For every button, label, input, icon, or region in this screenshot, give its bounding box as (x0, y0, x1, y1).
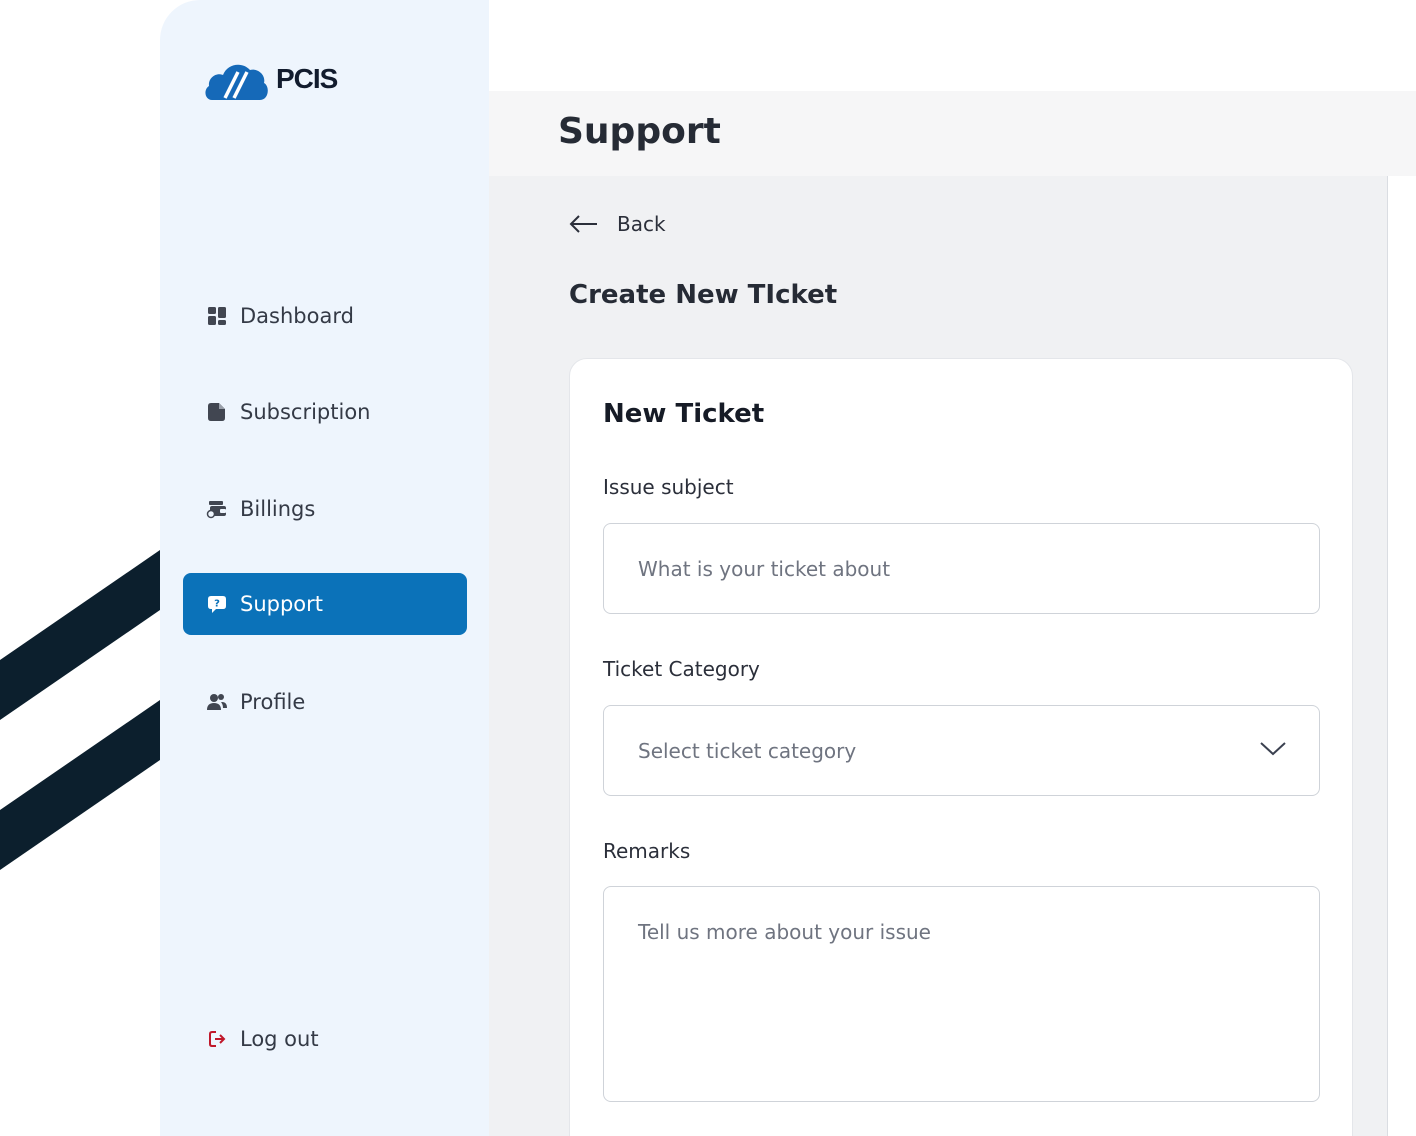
page-header: Support (489, 91, 1416, 176)
cloud-logo-icon (205, 64, 268, 100)
ticket-category-select[interactable]: Select ticket category (603, 705, 1320, 796)
issue-subject-label: Issue subject (603, 475, 734, 499)
ticket-category-label: Ticket Category (603, 657, 760, 681)
section-title: Create New TIcket (569, 280, 838, 310)
main-content: Back Create New TIcket New Ticket Issue … (489, 176, 1387, 1136)
logout-label: Log out (240, 1027, 319, 1051)
page-title: Support (558, 111, 721, 152)
remarks-placeholder: Tell us more about your issue (638, 920, 931, 944)
sidebar-item-profile[interactable]: Profile (183, 671, 467, 733)
wallet-icon (206, 498, 228, 520)
issue-subject-placeholder: What is your ticket about (638, 557, 891, 581)
sidebar-item-subscription[interactable]: Subscription (183, 381, 467, 443)
brand-logo[interactable]: PCIS (204, 56, 338, 102)
scrollbar-track[interactable] (1387, 176, 1416, 1136)
top-spacer (489, 0, 1416, 91)
logout-icon (206, 1028, 228, 1050)
back-label: Back (617, 212, 666, 236)
svg-text:?: ? (214, 599, 220, 610)
back-button[interactable]: Back (569, 212, 666, 236)
arrow-left-icon (569, 215, 597, 233)
remarks-textarea[interactable]: Tell us more about your issue (603, 886, 1320, 1102)
ticket-category-placeholder: Select ticket category (638, 739, 857, 763)
users-icon (206, 691, 228, 713)
sidebar-item-label: Profile (240, 690, 306, 714)
new-ticket-form: New Ticket Issue subject What is your ti… (569, 358, 1353, 1136)
document-icon (206, 401, 228, 423)
sidebar-item-billings[interactable]: Billings (183, 478, 467, 540)
grid-icon (206, 305, 228, 327)
sidebar-item-label: Subscription (240, 400, 371, 424)
sidebar-item-label: Support (240, 592, 324, 616)
brand-name: PCIS (276, 63, 338, 94)
chevron-down-icon (1260, 742, 1286, 756)
sidebar-item-support[interactable]: ? Support (183, 573, 467, 635)
issue-subject-input[interactable]: What is your ticket about (603, 523, 1320, 614)
decorative-stripes (0, 540, 160, 880)
sidebar-item-label: Billings (240, 497, 316, 521)
logout-button[interactable]: Log out (183, 1008, 467, 1070)
sidebar-item-dashboard[interactable]: Dashboard (183, 285, 467, 347)
sidebar-item-label: Dashboard (240, 304, 354, 328)
remarks-label: Remarks (603, 839, 691, 863)
help-chat-icon: ? (206, 593, 228, 615)
form-title: New Ticket (603, 399, 765, 429)
sidebar: PCIS Dashboard Subscription Billings ? S… (160, 0, 489, 1136)
